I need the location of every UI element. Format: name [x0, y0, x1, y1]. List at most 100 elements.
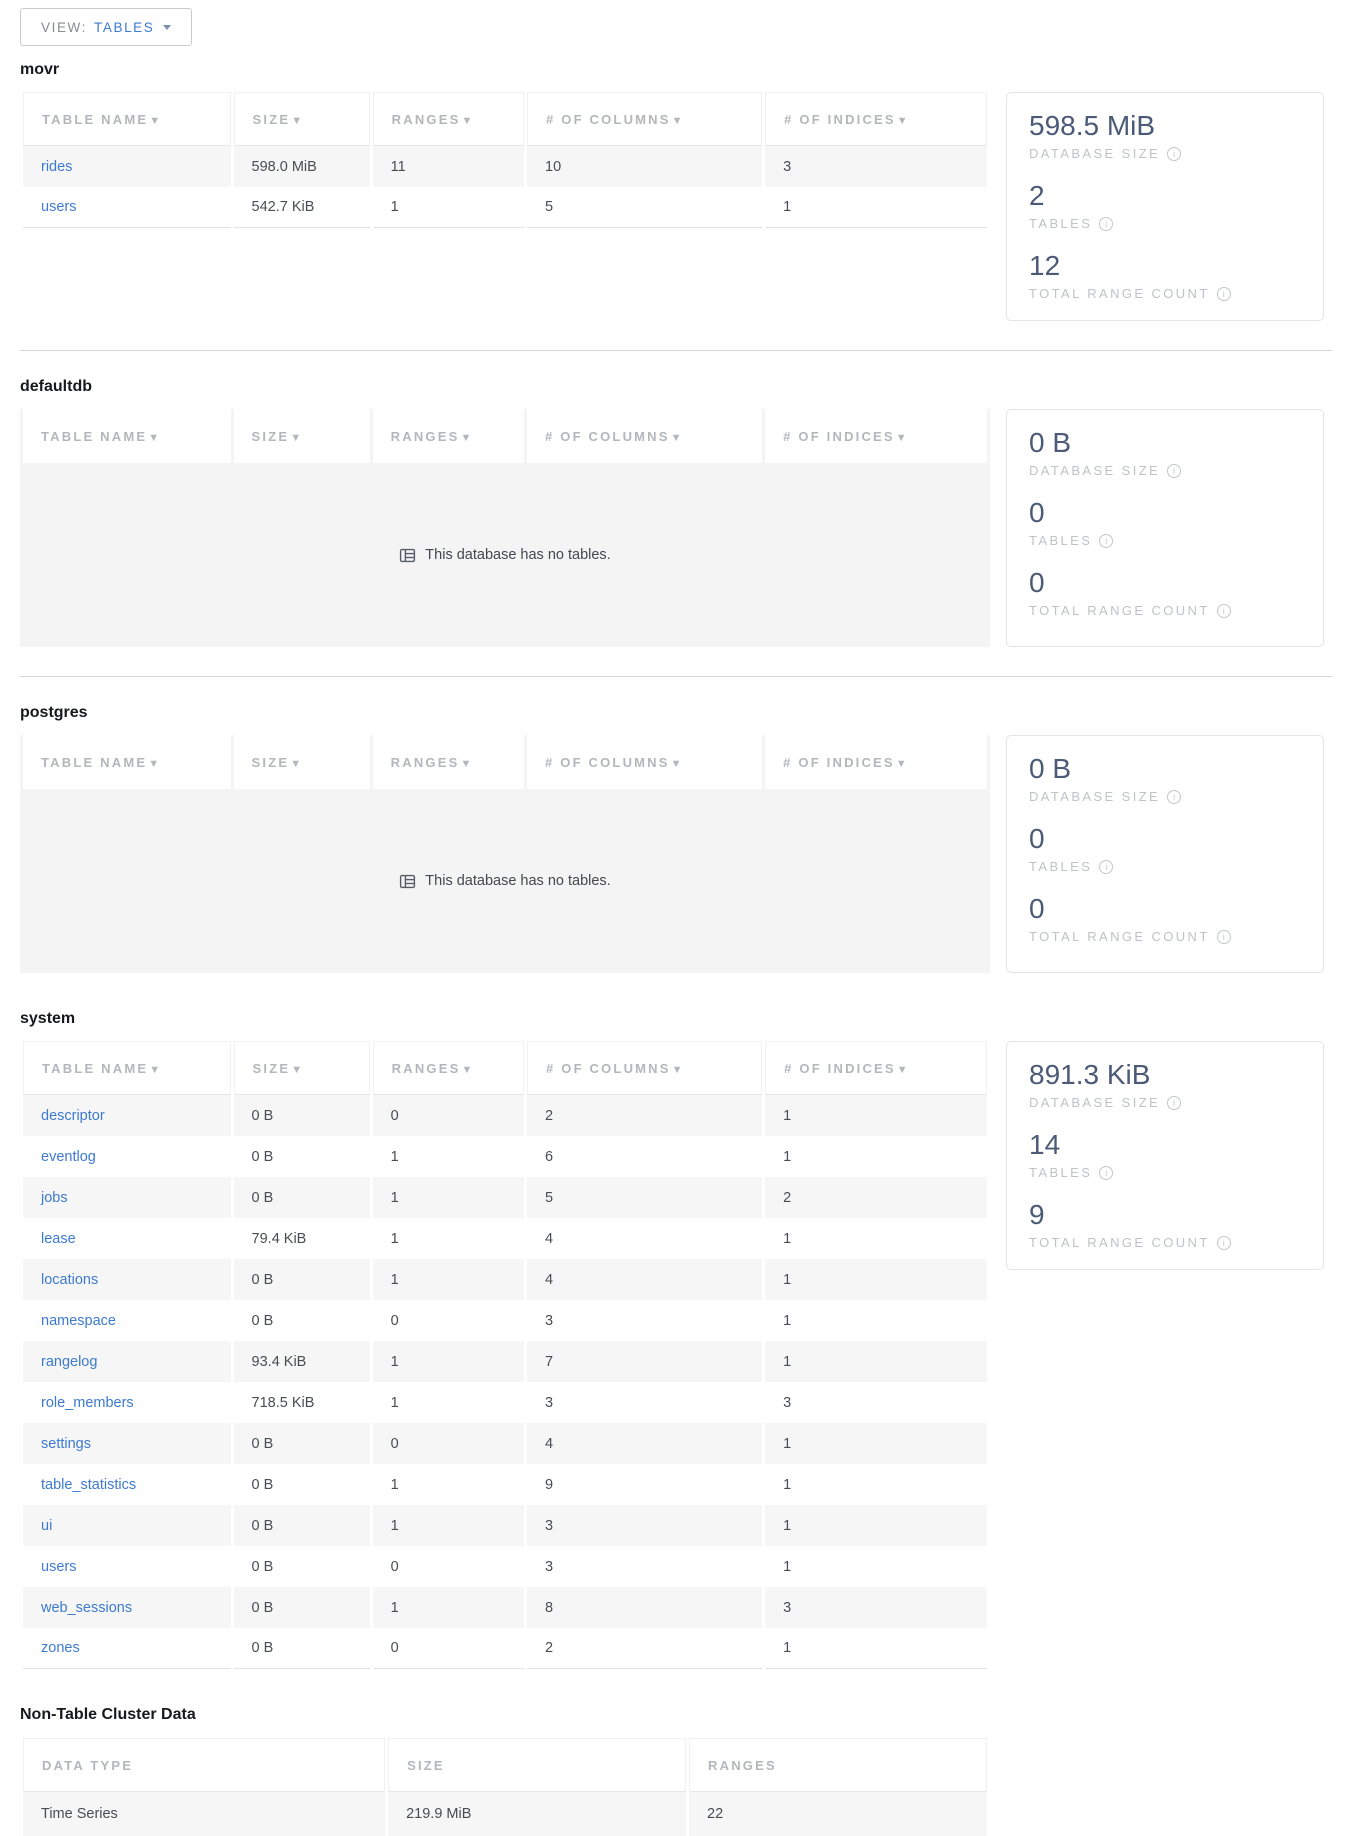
column-header-of-columns[interactable]: # OF COLUMNS▼ — [527, 92, 762, 146]
empty-message: This database has no tables. — [425, 873, 610, 889]
column-header-label: TABLE NAME — [41, 755, 147, 770]
column-header-ranges[interactable]: RANGES▼ — [373, 92, 524, 146]
metric-value: 14 — [1029, 1128, 1301, 1162]
non-table-column-header-data-type: DATA TYPE — [23, 1738, 385, 1792]
info-icon[interactable]: i — [1099, 860, 1113, 874]
sort-arrow-icon: ▼ — [291, 1064, 304, 1076]
column-header-of-indices[interactable]: # OF INDICES▼ — [765, 735, 987, 789]
column-header-of-indices[interactable]: # OF INDICES▼ — [765, 1041, 987, 1095]
column-header-of-columns[interactable]: # OF COLUMNS▼ — [527, 409, 762, 463]
table-name-cell: jobs — [23, 1177, 231, 1218]
column-header-ranges[interactable]: RANGES▼ — [373, 409, 524, 463]
metric-total-range-count: 0 TOTAL RANGE COUNTi — [1029, 892, 1301, 947]
sort-arrow-icon: ▼ — [290, 758, 303, 770]
metric-database-size: 0 B DATABASE SIZEi — [1029, 426, 1301, 481]
indices-cell: 1 — [765, 1218, 987, 1259]
column-header-table-name[interactable]: TABLE NAME▼ — [23, 735, 231, 789]
database-summary-card: 891.3 KiB DATABASE SIZEi 14 TABLESi 9 TO… — [1006, 1041, 1324, 1270]
column-header-of-indices[interactable]: # OF INDICES▼ — [765, 92, 987, 146]
column-header-label: # OF COLUMNS — [545, 755, 670, 770]
non-table-cluster-section: Non-Table Cluster Data DATA TYPESIZERANG… — [20, 1706, 1332, 1836]
empty-state: This database has no tables. — [20, 463, 990, 647]
table-name-link[interactable]: namespace — [41, 1313, 116, 1329]
column-header-label: # OF INDICES — [784, 112, 896, 127]
metric-total-range-count: 0 TOTAL RANGE COUNTi — [1029, 566, 1301, 621]
table-name-link[interactable]: rides — [41, 159, 72, 175]
info-icon[interactable]: i — [1099, 1166, 1113, 1180]
table-header-row: TABLE NAME▼SIZE▼RANGES▼# OF COLUMNS▼# OF… — [23, 1041, 987, 1095]
table-name-link[interactable]: jobs — [41, 1190, 68, 1206]
info-icon[interactable]: i — [1167, 147, 1181, 161]
table-name-link[interactable]: users — [41, 199, 76, 215]
size-cell: 93.4 KiB — [234, 1341, 370, 1382]
info-icon[interactable]: i — [1167, 790, 1181, 804]
sort-arrow-icon: ▼ — [672, 1064, 685, 1076]
ranges-cell: 1 — [373, 1259, 524, 1300]
table-name-link[interactable]: ui — [41, 1518, 52, 1534]
table-name-link[interactable]: table_statistics — [41, 1477, 136, 1493]
column-header-ranges[interactable]: RANGES▼ — [373, 1041, 524, 1095]
table-name-link[interactable]: lease — [41, 1231, 76, 1247]
column-header-of-columns[interactable]: # OF COLUMNS▼ — [527, 735, 762, 789]
database-summary-card: 598.5 MiB DATABASE SIZEi 2 TABLESi 12 TO… — [1006, 92, 1324, 321]
info-icon[interactable]: i — [1217, 287, 1231, 301]
size-cell: 0 B — [234, 1300, 370, 1341]
table-name-link[interactable]: web_sessions — [41, 1600, 132, 1616]
database-table-area: TABLE NAME▼SIZE▼RANGES▼# OF COLUMNS▼# OF… — [20, 1041, 990, 1669]
column-header-size[interactable]: SIZE▼ — [234, 92, 370, 146]
column-header-of-columns[interactable]: # OF COLUMNS▼ — [527, 1041, 762, 1095]
info-icon[interactable]: i — [1167, 1096, 1181, 1110]
database-table-area: TABLE NAME▼SIZE▼RANGES▼# OF COLUMNS▼# OF… — [20, 735, 990, 973]
indices-cell: 3 — [765, 146, 987, 187]
column-header-size[interactable]: SIZE▼ — [234, 409, 370, 463]
table-name-link[interactable]: settings — [41, 1436, 91, 1452]
column-header-ranges[interactable]: RANGES▼ — [373, 735, 524, 789]
metric-label: DATABASE SIZE — [1029, 1092, 1160, 1113]
ranges-cell: 1 — [373, 1136, 524, 1177]
database-section: postgres TABLE NAME▼SIZE▼RANGES▼# OF COL… — [20, 704, 1332, 973]
database-name: system — [20, 1010, 1332, 1028]
database-table: TABLE NAME▼SIZE▼RANGES▼# OF COLUMNS▼# OF… — [20, 92, 990, 228]
info-icon[interactable]: i — [1167, 464, 1181, 478]
metric-label: TABLES — [1029, 856, 1092, 877]
info-icon[interactable]: i — [1217, 604, 1231, 618]
view-selector-button[interactable]: VIEW: TABLES — [20, 8, 192, 46]
info-icon[interactable]: i — [1099, 217, 1113, 231]
table-row: settings0 B041 — [23, 1423, 987, 1464]
info-icon[interactable]: i — [1217, 1236, 1231, 1250]
metric-label: TOTAL RANGE COUNT — [1029, 1232, 1210, 1253]
column-header-table-name[interactable]: TABLE NAME▼ — [23, 1041, 231, 1095]
indices-cell: 1 — [765, 1095, 987, 1136]
column-header-of-indices[interactable]: # OF INDICES▼ — [765, 409, 987, 463]
metric-value: 12 — [1029, 249, 1301, 283]
table-row: web_sessions0 B183 — [23, 1587, 987, 1628]
table-row: lease79.4 KiB141 — [23, 1218, 987, 1259]
table-name-link[interactable]: role_members — [41, 1395, 134, 1411]
table-name-link[interactable]: users — [41, 1559, 76, 1575]
sort-arrow-icon: ▼ — [896, 432, 909, 444]
table-row: users0 B031 — [23, 1546, 987, 1587]
info-icon[interactable]: i — [1099, 534, 1113, 548]
table-name-link[interactable]: descriptor — [41, 1108, 105, 1124]
metric-value: 0 — [1029, 822, 1301, 856]
data-type-cell: Time Series — [23, 1792, 385, 1836]
sort-arrow-icon: ▼ — [672, 115, 685, 127]
table-name-cell: lease — [23, 1218, 231, 1259]
sort-arrow-icon: ▼ — [148, 432, 161, 444]
table-name-link[interactable]: eventlog — [41, 1149, 96, 1165]
column-header-label: SIZE — [252, 429, 290, 444]
metric-tables: 14 TABLES i — [1029, 1128, 1301, 1183]
column-header-table-name[interactable]: TABLE NAME▼ — [23, 92, 231, 146]
metric-value: 0 B — [1029, 426, 1301, 460]
info-icon[interactable]: i — [1217, 930, 1231, 944]
table-name-link[interactable]: locations — [41, 1272, 98, 1288]
metric-database-size: 891.3 KiB DATABASE SIZEi — [1029, 1058, 1301, 1113]
sort-arrow-icon: ▼ — [897, 115, 910, 127]
metric-label: TABLES — [1029, 1162, 1092, 1183]
table-name-link[interactable]: zones — [41, 1640, 80, 1656]
column-header-size[interactable]: SIZE▼ — [234, 1041, 370, 1095]
table-name-link[interactable]: rangelog — [41, 1354, 97, 1370]
column-header-size[interactable]: SIZE▼ — [234, 735, 370, 789]
column-header-table-name[interactable]: TABLE NAME▼ — [23, 409, 231, 463]
columns-cell: 3 — [527, 1300, 762, 1341]
